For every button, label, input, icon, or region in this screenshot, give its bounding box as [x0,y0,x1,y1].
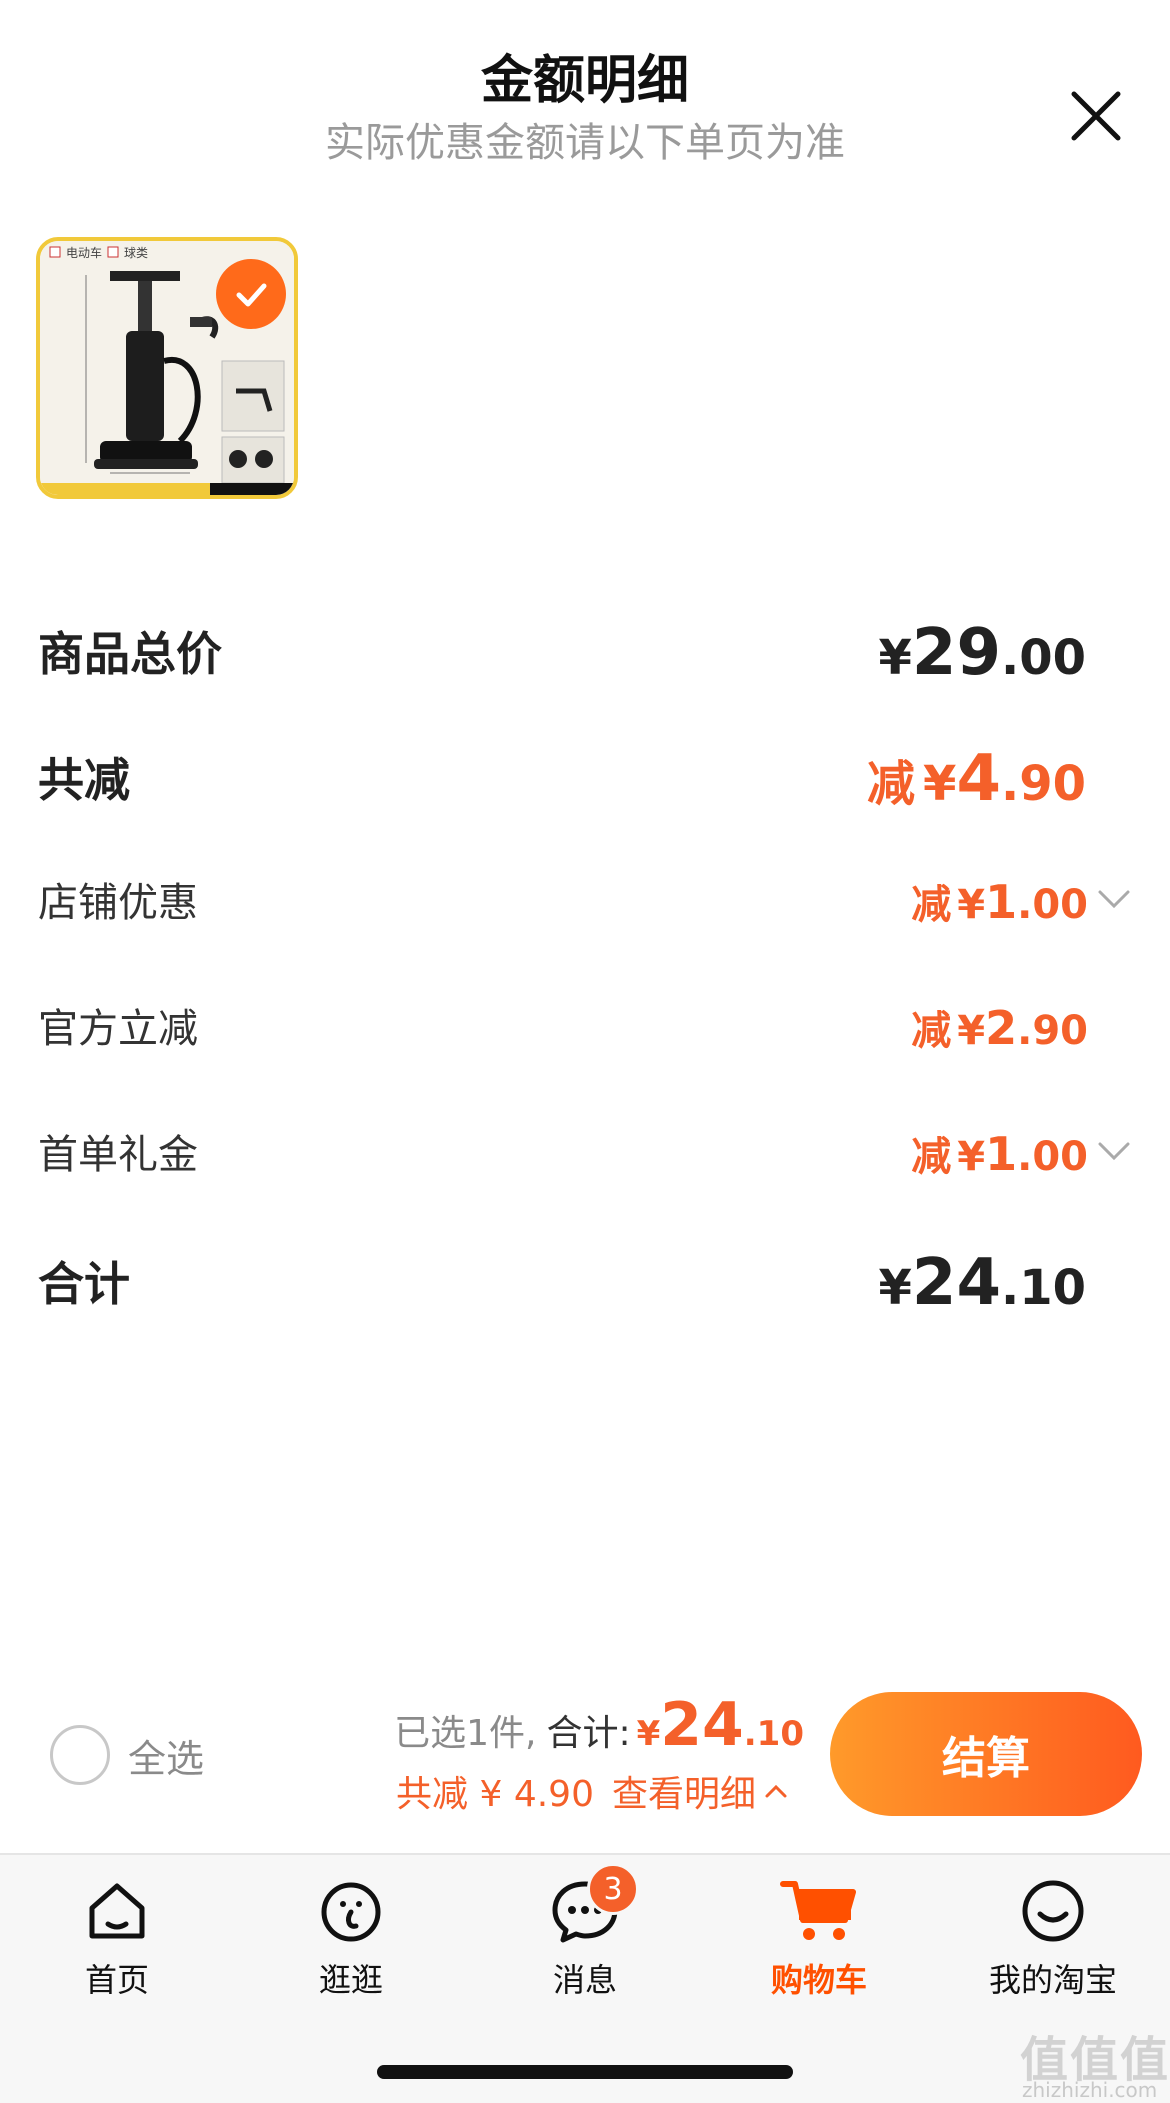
shop-discount-value: 减 ¥ 1 .00 [911,872,1134,930]
grand-total-value: ¥ 24 .10 [879,1246,1087,1320]
grand-total-int: 24 [911,1246,1001,1320]
first-order-gift-yen: ¥ [957,1134,986,1180]
tab-messages-label: 消息 [552,1961,617,1999]
total-price-int: 29 [911,616,1001,690]
total-discount-dec: .90 [1000,756,1086,812]
message-badge: 3 [587,1863,639,1915]
home-icon [77,1873,157,1949]
cart-icon [779,1873,859,1949]
watermark-url: zhizhizhi.com [1022,2078,1158,2102]
row-grand-total: 合计 ¥ 24 .10 [38,1238,1134,1320]
checkout-summary: 已选1件, 合计: ¥ 24 .10 [394,1690,804,1760]
official-discount-int: 2 [985,1001,1018,1055]
checkout-total-label: 合计: [546,1713,631,1754]
shop-discount-prefix: 减 [911,882,952,928]
tab-browse-label: 逛逛 [318,1961,383,1999]
total-discount-label: 共减 [38,753,130,807]
close-button[interactable] [1060,80,1132,152]
first-order-gift-prefix: 减 [911,1134,952,1180]
total-price-label: 商品总价 [38,627,222,681]
row-total-price: 商品总价 ¥ 29 .00 [38,608,1134,690]
tab-messages[interactable]: 3 消息 [468,1863,702,2003]
home-indicator [377,2065,793,2079]
total-price-dec: .00 [1000,630,1086,686]
first-order-gift-dec: .00 [1017,1134,1088,1180]
first-order-gift-value: 减 ¥ 1 .00 [911,1124,1134,1182]
sheet-subtitle: 实际优惠金额请以下单页为准 [325,120,845,166]
sheet-title: 金额明细 [480,51,689,111]
close-icon [1071,91,1121,141]
row-total-discount: 共减 减 ¥ 4 .90 [38,734,1134,816]
official-discount-dec: .90 [1017,1008,1088,1054]
total-price-yen: ¥ [878,630,912,686]
grand-total-label: 合计 [38,1257,130,1311]
shop-discount-yen: ¥ [957,882,986,928]
total-discount-value: 减 ¥ 4 .90 [867,742,1086,816]
product-tag-right: 球类 [124,246,149,260]
chevron-down-icon[interactable] [1094,1130,1134,1170]
select-all-toggle[interactable]: 全选 [50,1725,204,1785]
select-all-label: 全选 [128,1736,205,1781]
official-discount-value: 减 ¥ 2 .90 [911,998,1088,1056]
row-official-discount: 官方立减 减 ¥ 2 .90 [38,986,1134,1066]
row-shop-discount[interactable]: 店铺优惠 减 ¥ 1 .00 [38,860,1134,940]
tab-home[interactable]: 首页 [0,1873,234,2003]
product-tag-left: 电动车 [66,246,103,260]
tab-profile[interactable]: 我的淘宝 [936,1873,1170,2003]
shop-discount-dec: .00 [1017,882,1088,928]
message-icon: 3 [545,1863,639,1949]
selected-count: 已选1件, [394,1713,537,1754]
checkout-total-yen: ¥ [636,1714,661,1754]
tab-profile-label: 我的淘宝 [988,1961,1117,1999]
checkout-button[interactable]: 结算 [830,1692,1142,1816]
total-discount-int: 4 [956,742,1001,816]
chevron-up-icon[interactable] [762,1777,790,1805]
checkout-total-int: 24 [660,1690,744,1760]
checkout-button-label: 结算 [942,1733,1030,1784]
profile-icon [1013,1873,1093,1949]
first-order-gift-int: 1 [985,1127,1018,1181]
bottom-tab-bar: 首页 逛逛 3 消息 购物车 我的淘宝 [0,1853,1170,2103]
grand-total-yen: ¥ [878,1260,912,1316]
shop-discount-label: 店铺优惠 [38,880,198,926]
total-price-value: ¥ 29 .00 [879,616,1087,690]
tab-browse[interactable]: 逛逛 [234,1873,468,2003]
official-discount-label: 官方立减 [38,1006,198,1052]
selected-check-badge[interactable] [216,259,286,329]
total-discount-yen: ¥ [923,756,957,812]
first-order-gift-label: 首单礼金 [38,1132,198,1178]
product-thumbnail[interactable]: 电动车 球类 [36,237,298,499]
checkout-total-dec: .10 [743,1714,804,1754]
view-detail-link[interactable]: 查看明细 [612,1765,756,1817]
grand-total-dec: .10 [1000,1260,1086,1316]
total-discount-prefix: 减 [867,756,916,812]
discount-summary-text: 共减 ¥ 4.90 [396,1774,594,1815]
shop-discount-int: 1 [985,875,1018,929]
chevron-down-icon[interactable] [1094,878,1134,918]
row-first-order-gift[interactable]: 首单礼金 减 ¥ 1 .00 [38,1112,1134,1192]
official-discount-yen: ¥ [957,1008,986,1054]
tab-cart[interactable]: 购物车 [702,1873,936,2003]
amount-detail-sheet: 金额明细 实际优惠金额请以下单页为准 电动车 球类 商品总价 ¥ 29 .00 … [0,0,1170,2103]
discount-summary[interactable]: 共减 ¥ 4.90 查看明细 [396,1765,790,1817]
tab-home-label: 首页 [84,1961,149,1999]
select-all-radio[interactable] [50,1725,110,1785]
check-icon [236,283,267,307]
official-discount-prefix: 减 [911,1008,952,1054]
tab-cart-label: 购物车 [770,1961,867,1999]
browse-icon [311,1873,391,1949]
